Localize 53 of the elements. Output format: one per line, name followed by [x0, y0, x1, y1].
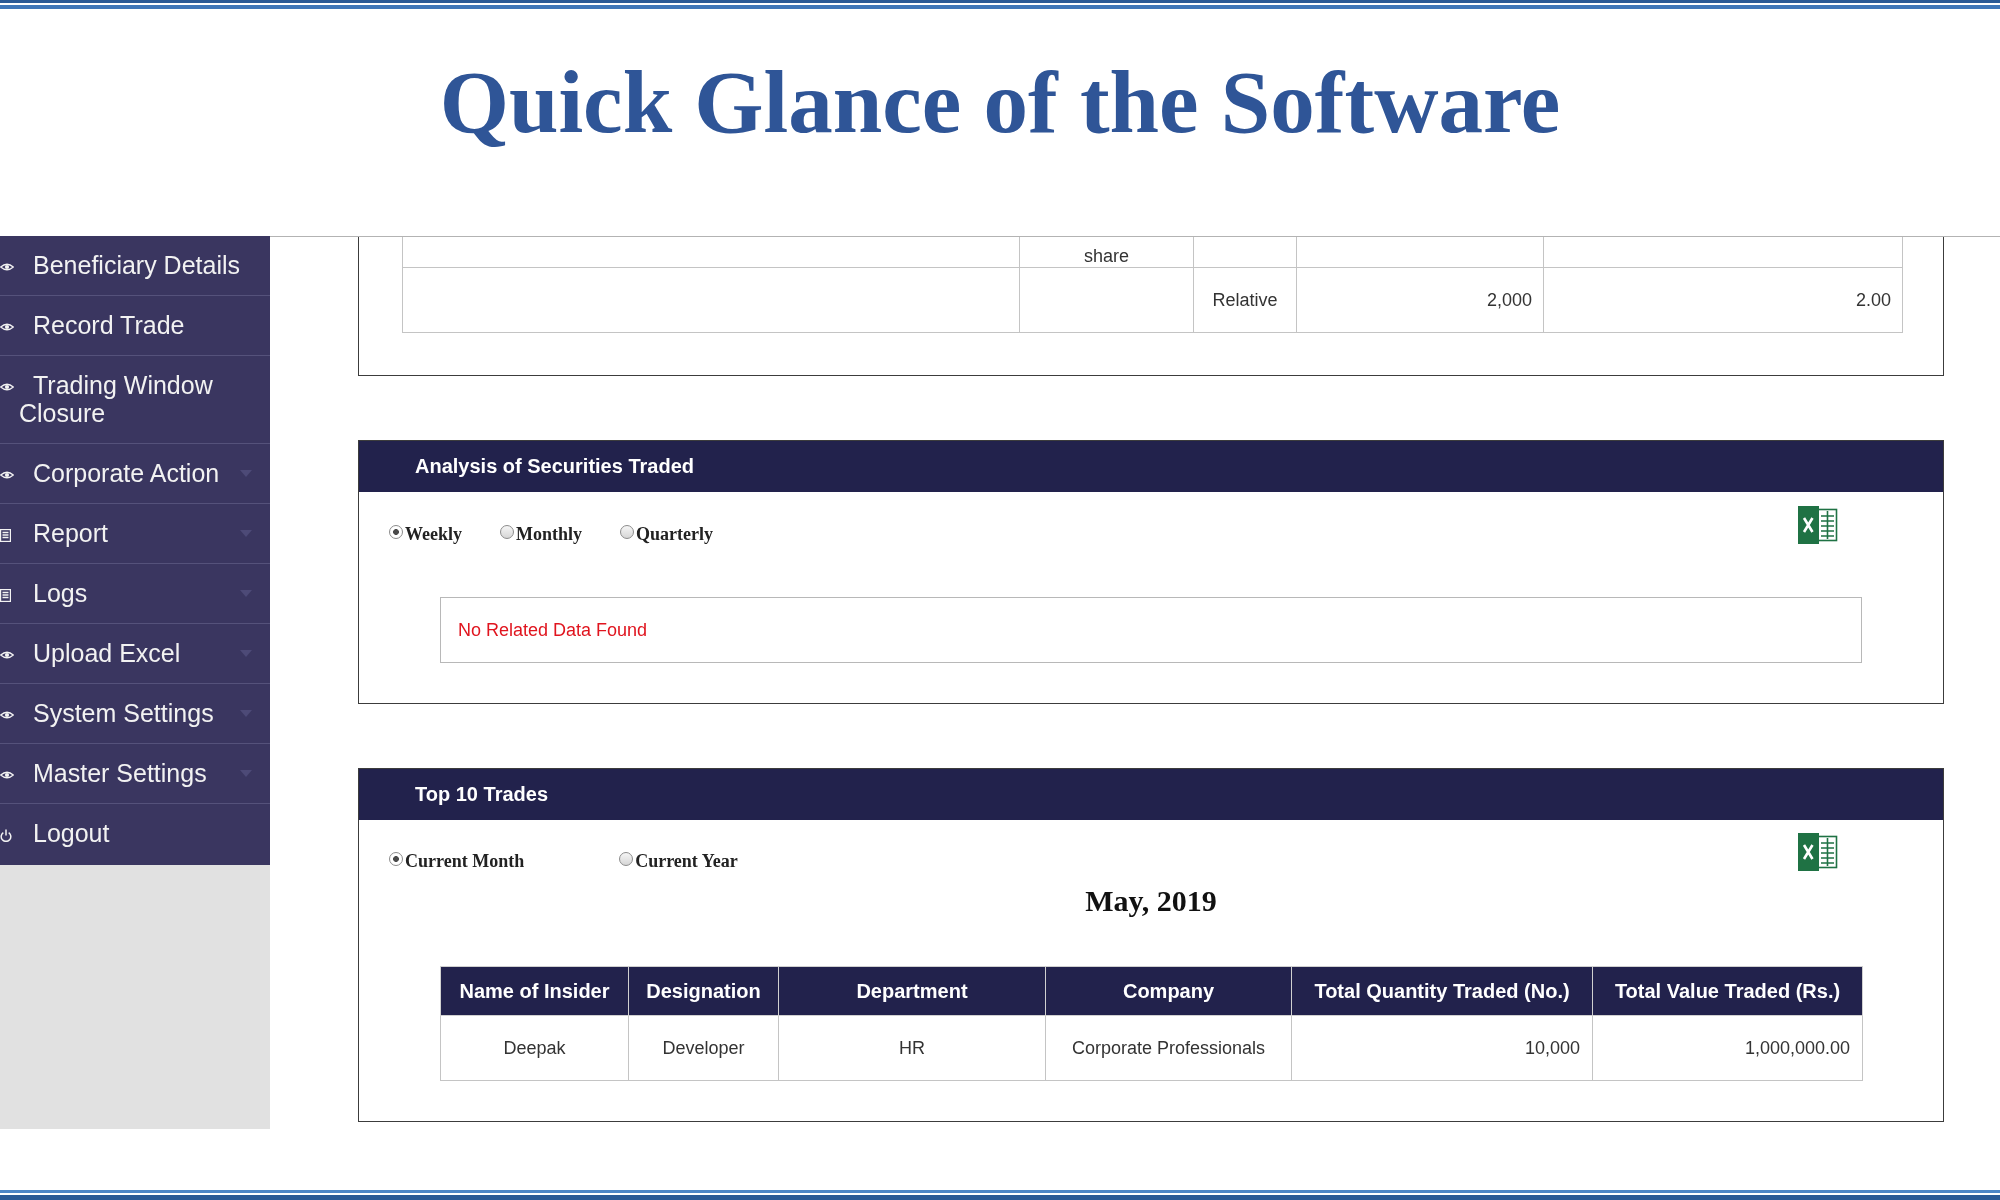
sidebar-item[interactable]: Corporate Action	[0, 444, 270, 504]
table-cell: share	[1084, 246, 1129, 266]
table-cell: HR	[778, 1015, 1046, 1081]
sidebar-item[interactable]: Master Settings	[0, 744, 270, 804]
eye-icon	[0, 650, 14, 661]
radio-button[interactable]	[389, 525, 403, 539]
document-icon	[0, 528, 11, 542]
column-header: Designation	[628, 966, 779, 1016]
sidebar-item[interactable]: Trading Window Closure	[0, 356, 270, 444]
slide-title: Quick Glance of the Software	[439, 52, 1561, 152]
table-cell: Deepak	[440, 1015, 629, 1081]
table-cell: 10,000	[1291, 1015, 1593, 1081]
eye-icon	[0, 322, 14, 333]
radio-button[interactable]	[500, 525, 514, 539]
table-cell: 2,000	[1486, 289, 1532, 310]
sidebar-item[interactable]: Logout	[0, 804, 270, 865]
eye-icon	[0, 470, 14, 481]
eye-icon	[0, 770, 14, 781]
table-cell: Developer	[628, 1015, 779, 1081]
radio-label[interactable]: Monthly	[516, 523, 582, 545]
sidebar-item[interactable]: Upload Excel	[0, 624, 270, 684]
column-header: Company	[1045, 966, 1292, 1016]
column-header: Total Value Traded (Rs.)	[1592, 966, 1863, 1016]
radio-button[interactable]	[619, 852, 634, 866]
radio-label[interactable]: Weekly	[405, 523, 462, 545]
sidebar-item[interactable]: Record Trade	[0, 296, 270, 356]
table-cell: Corporate Professionals	[1045, 1015, 1292, 1081]
eye-icon	[0, 382, 14, 393]
sidebar-item[interactable]: Report	[0, 504, 270, 564]
radio-button[interactable]	[389, 852, 403, 866]
period-heading: May, 2019	[1085, 884, 1217, 917]
table-cell: 2.00	[1855, 289, 1891, 310]
panel-header: Analysis of Securities Traded	[359, 441, 1943, 492]
eye-icon	[0, 262, 14, 273]
column-header: Total Quantity Traded (No.)	[1291, 966, 1593, 1016]
spreadsheet-icon[interactable]	[1797, 832, 1838, 872]
radio-button[interactable]	[620, 525, 634, 539]
panel-header: Top 10 Trades	[359, 769, 1943, 820]
radio-label[interactable]: Current Month	[405, 850, 525, 872]
sidebar-item[interactable]: Logs	[0, 564, 270, 624]
table-cell: Relative	[1212, 289, 1278, 310]
sidebar-item[interactable]: System Settings	[0, 684, 270, 744]
radio-label[interactable]: Quarterly	[636, 523, 713, 545]
radio-label[interactable]: Current Year	[635, 850, 738, 872]
sidebar-item[interactable]: Beneficiary Details	[0, 236, 270, 296]
column-header: Department	[778, 966, 1046, 1016]
spreadsheet-icon[interactable]	[1797, 505, 1838, 545]
column-header: Name of Insider	[440, 966, 629, 1016]
empty-state-message: No Related Data Found	[440, 597, 1862, 663]
power-icon	[0, 828, 12, 842]
eye-icon	[0, 710, 14, 721]
document-icon	[0, 588, 11, 602]
table-cell: 1,000,000.00	[1592, 1015, 1863, 1081]
